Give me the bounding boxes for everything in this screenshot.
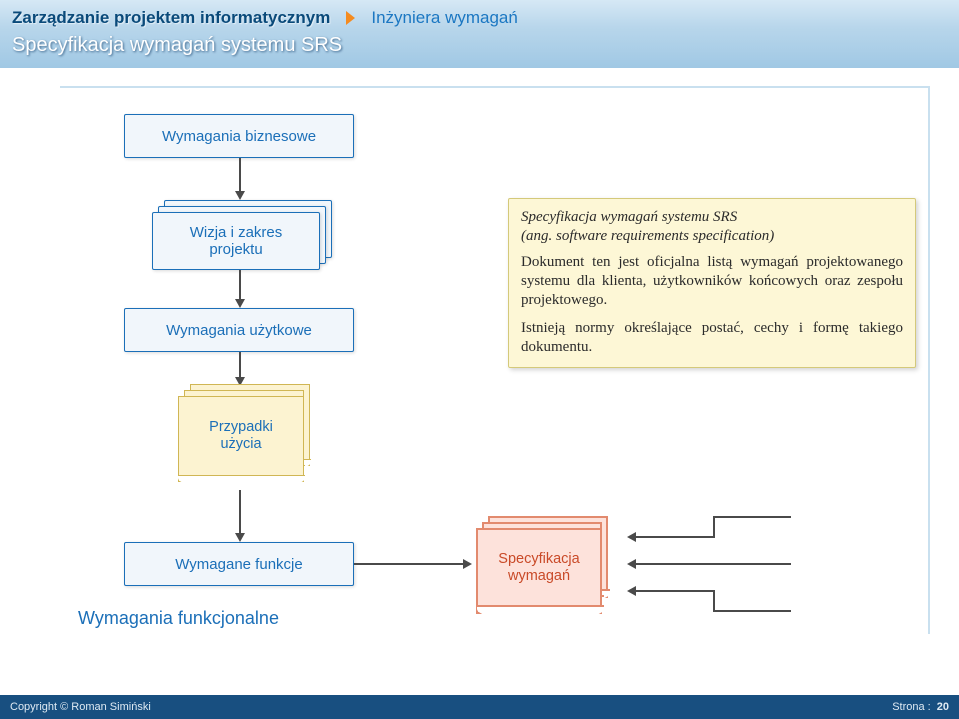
breadcrumb-main: Zarządzanie projektem informatycznym [12, 8, 330, 28]
arrow-line [713, 516, 715, 538]
box-vision-scope: Wizja i zakres projektu [152, 212, 320, 270]
arrow-line [713, 610, 791, 612]
arrowhead-left-icon [627, 559, 636, 569]
arrowhead-down-icon [235, 533, 245, 542]
footer-copyright: Copyright © Roman Simiński [10, 701, 151, 713]
breadcrumb-sub: Inżyniera wymagań [371, 8, 517, 28]
label-functional-requirements: Wymagania funkcjonalne [78, 608, 279, 629]
arrow-line [239, 270, 241, 300]
box-usage-requirements: Wymagania użytkowe [124, 308, 354, 352]
label-vision-l2: projektu [209, 241, 262, 258]
slide-footer: Copyright © Roman Simiński Strona : 20 [0, 695, 959, 719]
arrow-line [636, 563, 791, 565]
slide-title: Specyfikacja wymagań systemu SRS [12, 34, 947, 57]
doc-front: Przypadkiużycia [178, 396, 304, 482]
label-specification: Specyfikacjawymagań [478, 551, 600, 586]
label-vision-l1: Wizja i zakres [190, 224, 283, 241]
breadcrumb-arrow-icon [346, 11, 355, 25]
arrow-line [713, 516, 791, 518]
box-business-requirements: Wymagania biznesowe [124, 114, 354, 158]
note-paragraph: Istnieją normy określające postać, cechy… [521, 319, 903, 357]
footer-page-number: 20 [937, 701, 949, 713]
footer-page-label: Strona : [892, 701, 931, 713]
label-usage-requirements: Wymagania użytkowe [166, 322, 312, 339]
diagram-canvas: Wymagania biznesowe Wizja i zakres proje… [0, 68, 959, 680]
arrow-line [239, 352, 241, 378]
arrow-line [354, 563, 464, 565]
label-use-cases: Przypadkiużycia [179, 419, 303, 454]
arrow-line [239, 158, 241, 192]
arrow-line [713, 590, 715, 612]
arrow-line [636, 590, 714, 592]
arrow-line [239, 486, 241, 534]
arrowhead-right-icon [463, 559, 472, 569]
note-paragraph: Dokument ten jest oficjalna listą wymaga… [521, 253, 903, 311]
note-title: Specyfikacja wymagań systemu SRS [521, 209, 737, 225]
arrow-line [636, 536, 714, 538]
arrowhead-left-icon [627, 586, 636, 596]
label-required-functions: Wymagane funkcje [175, 556, 302, 573]
label-business-requirements: Wymagania biznesowe [162, 128, 316, 145]
note-specification: Specyfikacja wymagań systemu SRS (ang. s… [508, 198, 916, 368]
arrowhead-down-icon [235, 191, 245, 200]
doc-front: Specyfikacjawymagań [476, 528, 602, 614]
note-subtitle: (ang. software requirements specificatio… [521, 228, 903, 245]
slide-header: Zarządzanie projektem informatycznym Inż… [0, 0, 959, 68]
box-required-functions: Wymagane funkcje [124, 542, 354, 586]
arrowhead-down-icon [235, 299, 245, 308]
arrowhead-left-icon [627, 532, 636, 542]
